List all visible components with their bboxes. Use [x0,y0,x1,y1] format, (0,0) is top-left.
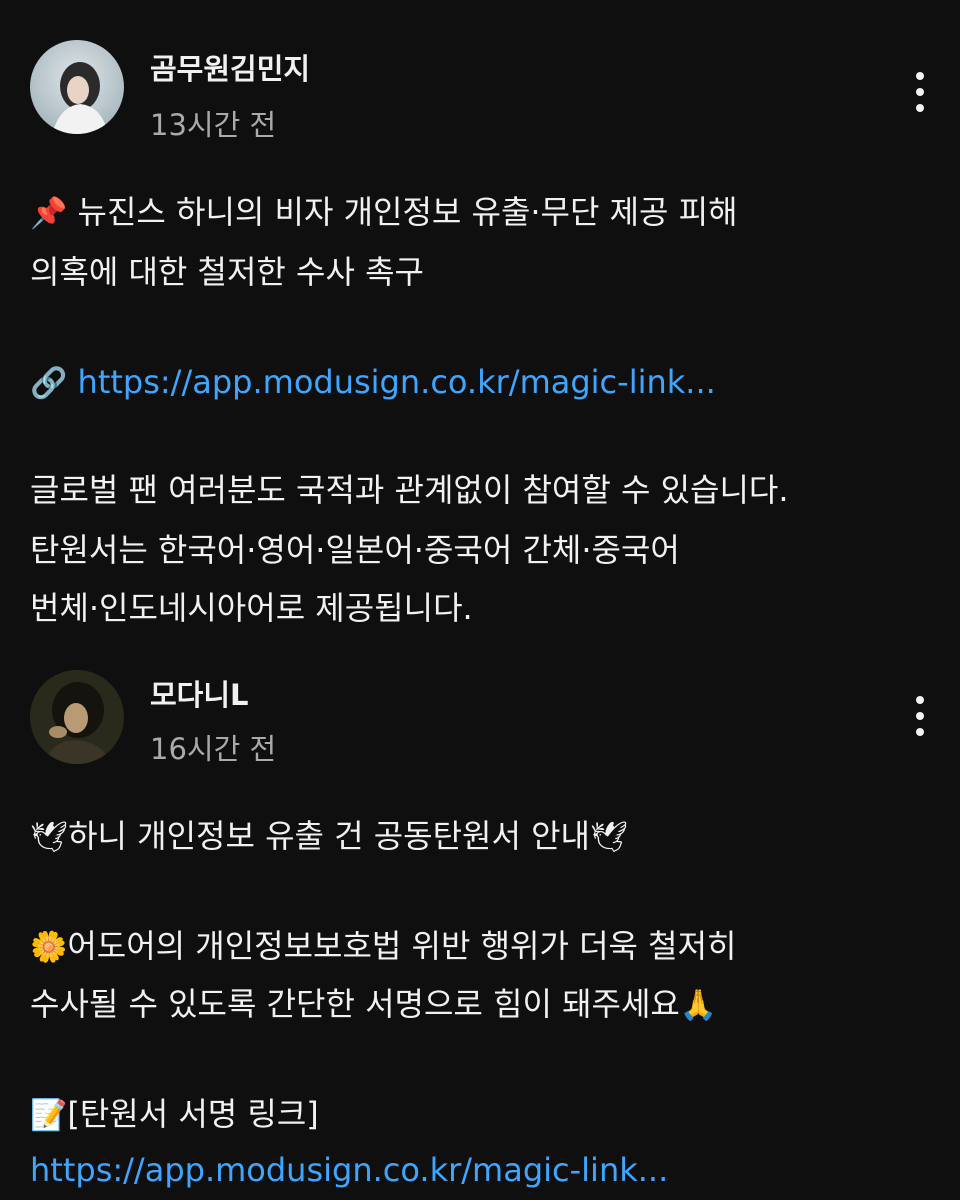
flower-icon: 🌼 [30,930,68,965]
avatar[interactable] [30,40,124,134]
author-name[interactable]: 모다니L [150,672,249,714]
comment-text-line: 📝[탄원서 서명 링크] [30,1094,319,1134]
text: 뉴진스 하니의 비자 개인정보 유출·무단 제공 피해 [77,193,738,231]
text: [탄원서 서명 링크] [67,1095,319,1133]
comment-link-line: 🔗 https://app.modusign.co.kr/magic-link.… [30,362,716,402]
timestamp: 13시간 전 [150,108,277,142]
author-name[interactable]: 곰무원김민지 [150,46,310,88]
more-vertical-icon[interactable] [900,686,940,746]
avatar[interactable] [30,670,124,764]
comment-text-line: 📌 뉴진스 하니의 비자 개인정보 유출·무단 제공 피해 [30,192,738,232]
comment-text-line: 탄원서는 한국어·영어·일본어·중국어 간체·중국어 [30,531,680,569]
petition-link[interactable]: https://app.modusign.co.kr/magic-link... [30,1151,668,1189]
comment-text-line: 🕊하니 개인정보 유출 건 공동탄원서 안내🕊 [30,816,628,856]
comment-link-line: https://app.modusign.co.kr/magic-link... [30,1150,668,1190]
comment-text-line: 의혹에 대한 철저한 수사 촉구 [30,253,424,291]
timestamp: 16시간 전 [150,732,277,766]
comment-text-line: 글로벌 팬 여러분도 국적과 관계없이 참여할 수 있습니다. [30,471,789,509]
text: 수사될 수 있도록 간단한 서명으로 힘이 돼주세요 [30,985,680,1023]
praying-hands-icon: 🙏 [679,988,718,1023]
dove-icon: 🕊 [30,820,69,855]
petition-link[interactable]: https://app.modusign.co.kr/magic-link... [78,363,716,401]
memo-icon: 📝 [30,1098,68,1133]
text: 어도어의 개인정보보호법 위반 행위가 더욱 철저히 [67,927,737,965]
pushpin-icon: 📌 [30,196,68,231]
comment-text-line: 수사될 수 있도록 간단한 서명으로 힘이 돼주세요🙏 [30,984,717,1024]
more-vertical-icon[interactable] [900,62,940,122]
text: 하니 개인정보 유출 건 공동탄원서 안내 [68,817,590,855]
comment-text-line: 번체·인도네시아어로 제공됩니다. [30,589,473,627]
dove-icon: 🕊 [590,820,629,855]
link-icon: 🔗 [30,366,68,401]
comment-text-line: 🌼어도어의 개인정보보호법 위반 행위가 더욱 철저히 [30,926,736,966]
